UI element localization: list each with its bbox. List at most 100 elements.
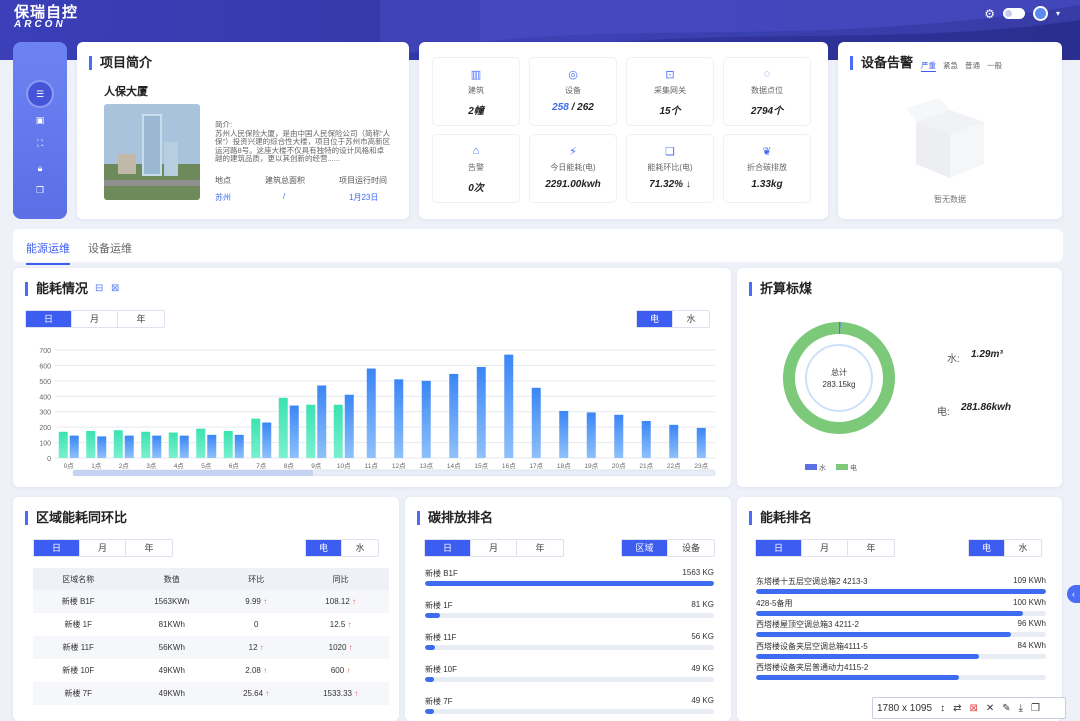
arrow-up-icon: ↑ xyxy=(265,689,270,698)
nav-lock-icon[interactable]: 🔒︎ xyxy=(13,163,67,174)
x-tick-label: 18点 xyxy=(557,462,571,470)
stat-alarm: ⌂ 告警 0次 xyxy=(433,135,519,202)
period-day-button[interactable]: 日 xyxy=(26,311,72,327)
y-tick-label: 600 xyxy=(39,363,51,370)
cell: 1563KWh xyxy=(123,590,221,613)
resize-icon[interactable]: ↕ xyxy=(940,703,945,714)
user-avatar[interactable] xyxy=(1032,6,1048,21)
tab-energy-ops[interactable]: 能源运维 xyxy=(26,240,70,265)
bar-series-2 xyxy=(531,387,541,458)
bar-series-2 xyxy=(586,412,596,458)
screen-icon[interactable]: ⊟ xyxy=(95,283,103,294)
bar-series-2 xyxy=(559,410,569,458)
bar-series-1 xyxy=(168,432,178,458)
device-online-count: 258 xyxy=(552,102,569,113)
settings-gear-icon[interactable]: ⚙ xyxy=(984,7,995,21)
cell: 49KWh xyxy=(123,682,221,705)
arrow-up-icon: ↑ xyxy=(352,597,356,606)
energy-ranking-title: 能耗排名 xyxy=(749,511,812,525)
download-icon[interactable]: ⤓ xyxy=(1019,703,1023,714)
delete-icon[interactable]: ⊠ xyxy=(969,703,977,714)
theme-toggle[interactable] xyxy=(1002,8,1025,19)
zoom-slider-handle xyxy=(73,470,313,476)
period-month-button[interactable]: 月 xyxy=(802,540,848,556)
rank-item-value: 49 KG xyxy=(691,664,714,673)
type-region-button[interactable]: 区域 xyxy=(622,540,668,556)
period-year-button[interactable]: 年 xyxy=(517,540,563,556)
stat-datapoint: ◌ 数据点位 2794个 xyxy=(724,58,810,125)
collapse-handle-icon[interactable]: ‹ xyxy=(1067,585,1080,603)
copy-icon[interactable]: ❐ xyxy=(1031,703,1040,714)
nav-expand-icon[interactable]: ⛶ xyxy=(13,138,67,149)
alarm-tab-normal[interactable]: 普通 xyxy=(965,60,980,72)
cell: 新楼 7F xyxy=(33,682,124,705)
rank-item-name: 西塔楼设备夹层普通动力4115-2 xyxy=(756,663,869,672)
ranking-type-selector: 电 水 xyxy=(968,539,1042,557)
x-tick-label: 13点 xyxy=(419,462,433,470)
swap-icon[interactable]: ⇄ xyxy=(953,703,961,714)
rank-item-bar-fill xyxy=(425,645,436,650)
arrow-up-icon: ↑ xyxy=(348,643,353,652)
period-month-button[interactable]: 月 xyxy=(72,311,118,327)
rank-item-bar-fill xyxy=(756,632,1012,637)
legend-water[interactable]: 水 xyxy=(805,463,826,473)
bar-series-1 xyxy=(333,404,343,458)
coal-equivalent-title: 折算标煤 xyxy=(749,282,812,296)
period-year-button[interactable]: 年 xyxy=(126,540,172,556)
stat-value: 258 / 262 xyxy=(530,102,616,113)
period-year-button[interactable]: 年 xyxy=(848,540,894,556)
cell: 新楼 11F xyxy=(33,636,124,659)
rank-item-value: 49 KG xyxy=(691,696,714,705)
type-electric-button[interactable]: 电 xyxy=(637,311,673,327)
arrow-up-icon: ↑ xyxy=(259,643,264,652)
x-tick-label: 8点 xyxy=(284,462,295,470)
arrow-up-icon: ↑ xyxy=(354,689,359,698)
electric-value: 281.86kwh xyxy=(961,402,1012,413)
x-tick-label: 22点 xyxy=(667,462,681,470)
bar-series-2 xyxy=(504,354,514,458)
rank-item-name: 新楼 7F xyxy=(425,697,453,706)
table-row: 新楼 10F 49KWh 2.08 ↑ 600 ↑ xyxy=(33,659,389,682)
stat-label: 采集网关 xyxy=(654,86,686,95)
type-electric-button[interactable]: 电 xyxy=(969,540,1005,556)
nav-list-icon[interactable]: ☰ xyxy=(13,82,67,106)
stats-card: ▥ 建筑 2幢 ◎ 设备 258 / 262 ⊡ 采集网关 15个 ◌ 数据点位… xyxy=(419,42,828,219)
period-day-button[interactable]: 日 xyxy=(425,540,471,556)
legend-electric[interactable]: 电 xyxy=(836,463,857,473)
type-electric-button[interactable]: 电 xyxy=(306,540,342,556)
water-label: 水: xyxy=(947,354,960,365)
stat-value: 0次 xyxy=(468,183,484,194)
period-year-button[interactable]: 年 xyxy=(118,311,164,327)
type-water-button[interactable]: 水 xyxy=(673,311,709,327)
period-day-button[interactable]: 日 xyxy=(34,540,80,556)
nav-monitor-icon[interactable]: ▣ xyxy=(13,115,67,126)
nav-copy-icon[interactable]: ❐ xyxy=(13,185,67,196)
alarm-tab-urgent[interactable]: 紧急 xyxy=(943,60,958,72)
carbon-ranking-card: 碳排放排名 日 月 年 区域 设备 新楼 B1F 1563 KG 新楼 1F 81 K… xyxy=(405,497,731,721)
chevron-down-icon[interactable]: ▾ xyxy=(1056,9,1060,18)
type-device-button[interactable]: 设备 xyxy=(668,540,714,556)
period-day-button[interactable]: 日 xyxy=(756,540,802,556)
x-tick-label: 7点 xyxy=(256,462,267,470)
rank-item-value: 100 KWh xyxy=(1013,597,1046,607)
size-readout: 1780 x 1095 xyxy=(877,702,933,714)
col-region-name: 区域名称 xyxy=(33,568,124,590)
type-water-button[interactable]: 水 xyxy=(342,540,378,556)
run-time-label: 项目运行时间 xyxy=(339,176,387,185)
period-month-button[interactable]: 月 xyxy=(80,540,126,556)
close-icon[interactable]: ✕ xyxy=(986,703,994,714)
bar-series-2 xyxy=(696,427,706,458)
region-type-selector: 电 水 xyxy=(305,539,379,557)
rank-item-bar xyxy=(756,632,1046,637)
rank-item-bar xyxy=(425,581,714,586)
period-month-button[interactable]: 月 xyxy=(471,540,517,556)
bar-series-1 xyxy=(58,431,68,458)
alarm-tab-general[interactable]: 一般 xyxy=(987,60,1002,72)
rank-item-bar xyxy=(756,675,1046,680)
type-water-button[interactable]: 水 xyxy=(1005,540,1041,556)
alarm-tab-severe[interactable]: 严重 xyxy=(921,60,936,72)
gateway-icon: ⊡ xyxy=(665,69,675,81)
tab-device-ops[interactable]: 设备运维 xyxy=(88,240,132,256)
pin-icon[interactable]: ✎ xyxy=(1002,703,1010,714)
chat-icon[interactable]: ⊠ xyxy=(111,283,119,294)
